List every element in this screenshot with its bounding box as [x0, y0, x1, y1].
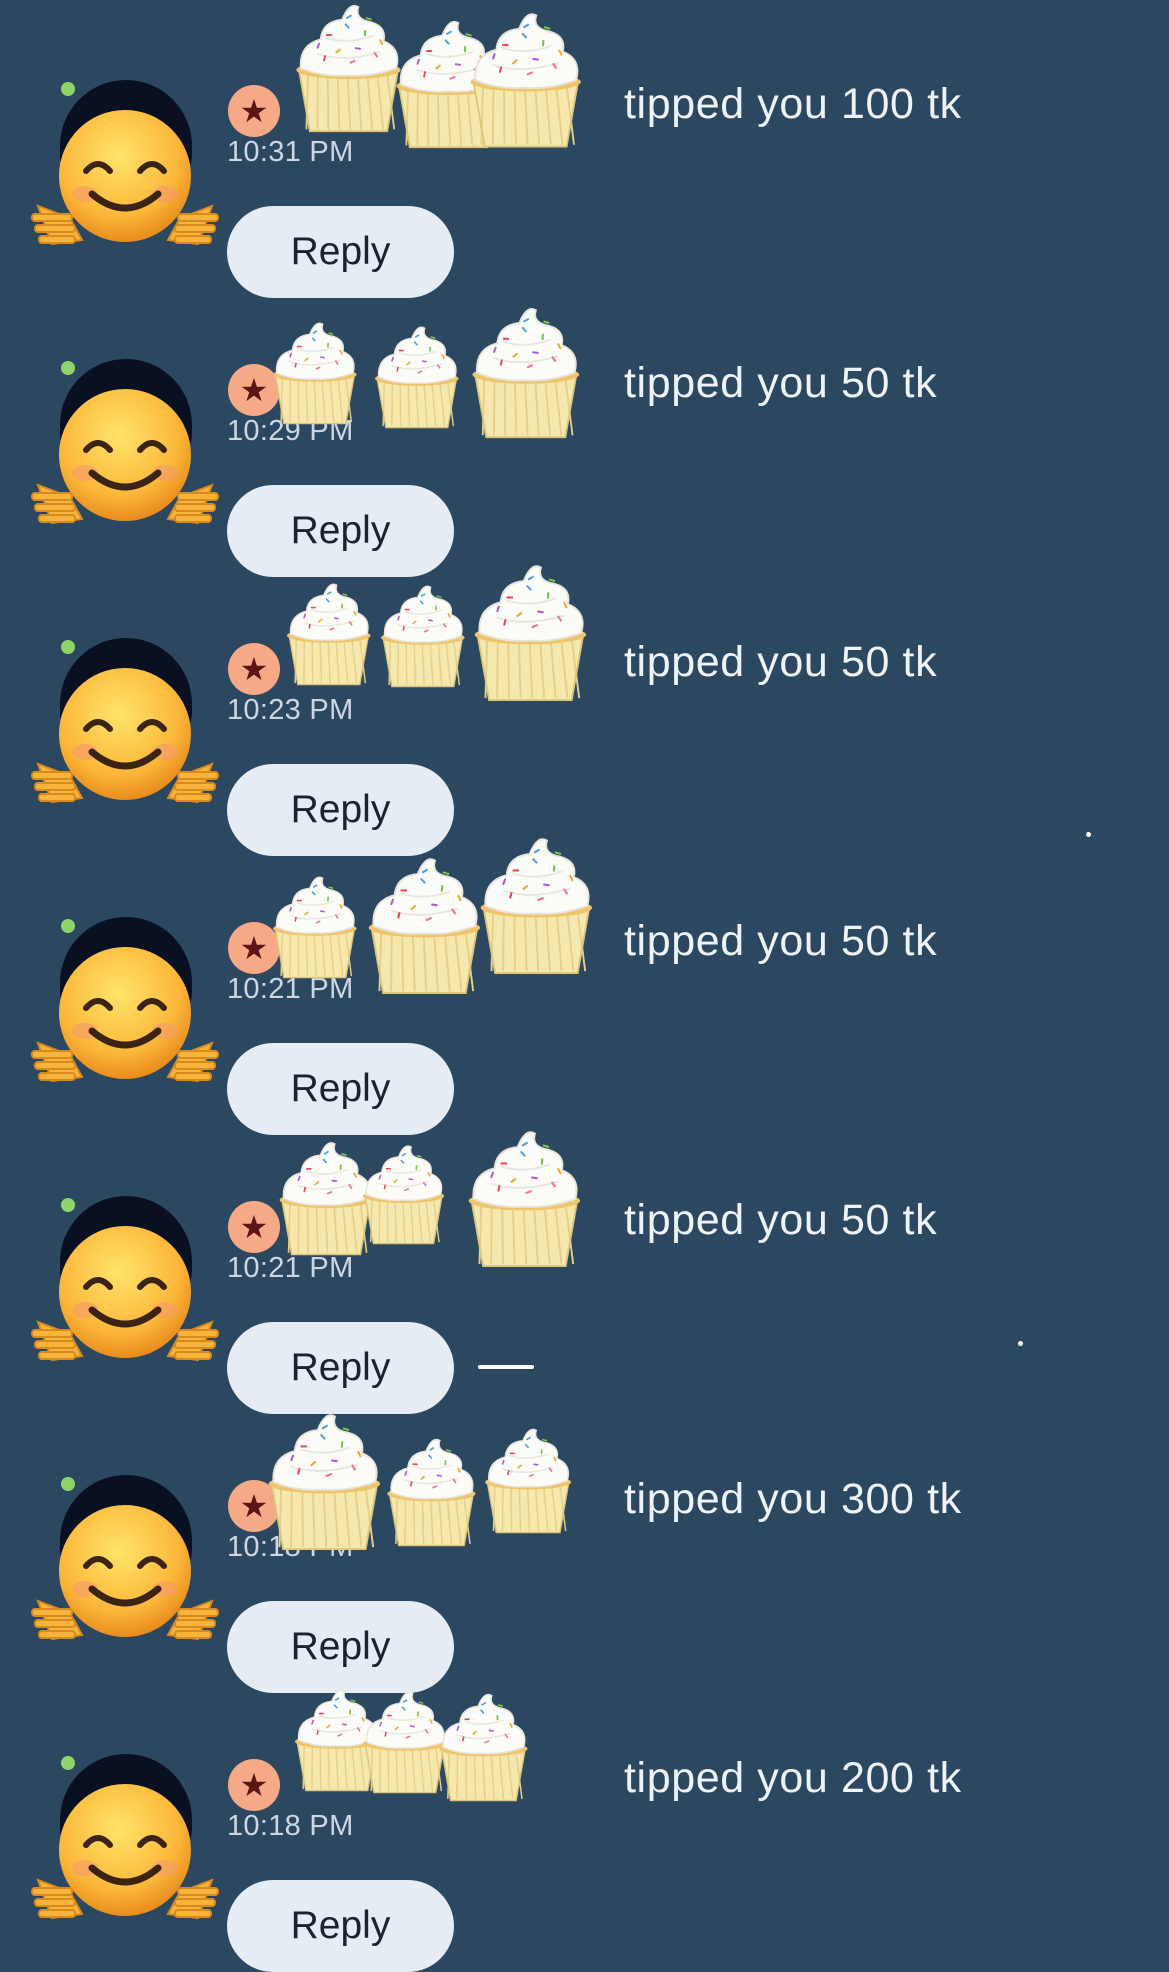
avatar[interactable] [30, 1746, 220, 1941]
cupcake-icon [268, 871, 362, 979]
cupcake-icon [370, 321, 464, 429]
cupcake-sticker-group [258, 837, 638, 1027]
tip-message: tipped you 50 tk [624, 1196, 937, 1245]
hugging-face-emoji-icon [30, 94, 220, 269]
tip-message: tipped you 200 tk [624, 1754, 962, 1803]
avatar[interactable] [30, 1188, 220, 1383]
tip-message: tipped you 50 tk [624, 359, 937, 408]
tip-notification: ★ 10:29 PM tipped you 50 tk Reply [0, 279, 1169, 558]
avatar[interactable] [30, 630, 220, 825]
avatar[interactable] [30, 72, 220, 267]
cupcake-icon [480, 1423, 576, 1534]
hugging-face-emoji-icon [30, 931, 220, 1106]
cupcake-icon [268, 317, 362, 425]
cupcake-sticker-group [258, 1116, 638, 1306]
avatar[interactable] [30, 909, 220, 1104]
cupcake-icon [474, 831, 599, 975]
cupcake-sticker-group [258, 0, 638, 190]
cupcake-icon [466, 301, 586, 439]
cupcake-icon [434, 1688, 533, 1802]
hugging-face-emoji-icon [30, 1768, 220, 1943]
tip-notification-feed: ★ 10:31 PM tipped you 100 tk Reply [0, 0, 1169, 1851]
tip-message: tipped you 300 tk [624, 1475, 962, 1524]
hugging-face-emoji-icon [30, 1210, 220, 1385]
cupcake-icon [358, 1140, 449, 1245]
tip-notification: ★ 10:21 PM tipped you 50 tk Reply [0, 837, 1169, 1116]
cupcake-sticker-group [258, 1395, 638, 1585]
tip-message: tipped you 50 tk [624, 917, 937, 966]
stray-dot [1018, 1341, 1023, 1346]
stray-dash [478, 1365, 534, 1369]
avatar[interactable] [30, 1467, 220, 1662]
cupcake-icon [468, 558, 593, 702]
cupcake-sticker-group [258, 558, 638, 748]
cupcake-sticker-group [258, 279, 638, 469]
cupcake-icon [382, 1433, 481, 1547]
hugging-face-emoji-icon [30, 652, 220, 827]
tip-message: tipped you 50 tk [624, 638, 937, 687]
tip-notification: ★ 10:18 PM tipped you 200 tk Reply [0, 1674, 1169, 1953]
tip-notification: ★ 10:18 PM tipped you 300 tk Reply [0, 1395, 1169, 1674]
hugging-face-emoji-icon [30, 373, 220, 548]
cupcake-icon [464, 6, 588, 149]
cupcake-icon [376, 580, 470, 688]
tip-message: tipped you 100 tk [624, 80, 962, 129]
reply-button[interactable]: Reply [227, 1880, 454, 1972]
cupcake-icon [362, 851, 487, 995]
hugging-face-emoji-icon [30, 1489, 220, 1664]
tip-notification: ★ 10:31 PM tipped you 100 tk Reply [0, 0, 1169, 279]
cupcake-sticker-group [258, 1674, 638, 1864]
stray-dot [1086, 832, 1091, 837]
tip-notification: ★ 10:21 PM tipped you 50 tk Reply [0, 1116, 1169, 1395]
avatar[interactable] [30, 351, 220, 546]
cupcake-icon [262, 1407, 387, 1551]
cupcake-icon [282, 578, 376, 686]
cupcake-icon [462, 1124, 587, 1268]
tip-notification: ★ 10:23 PM tipped you 50 tk Reply [0, 558, 1169, 837]
